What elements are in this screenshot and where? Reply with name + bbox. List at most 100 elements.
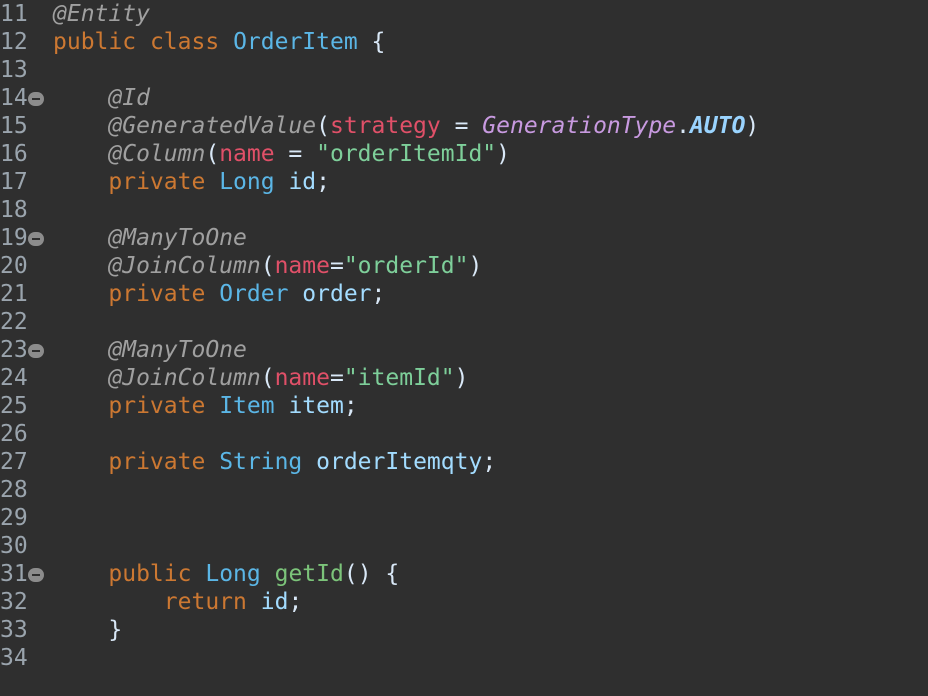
code-line[interactable]: 24 @JoinColumn(name="itemId") <box>0 364 928 392</box>
code-text: private String orderItemqty; <box>53 448 496 476</box>
code-line[interactable]: 23 @ManyToOne <box>0 336 928 364</box>
code-token: AUTO <box>690 113 746 139</box>
code-text: @ManyToOne <box>53 224 247 252</box>
code-line[interactable]: 25 private Item item; <box>0 392 928 420</box>
code-line[interactable]: 16 @Column(name = "orderItemId") <box>0 140 928 168</box>
code-token: { <box>357 29 386 55</box>
code-token: "itemId" <box>343 365 455 391</box>
code-token: @GeneratedValue <box>53 113 317 139</box>
code-line[interactable]: 12 public class OrderItem { <box>0 28 928 56</box>
code-text: @Id <box>53 84 150 112</box>
code-text: @GeneratedValue(strategy = GenerationTyp… <box>53 112 759 140</box>
code-line[interactable]: 19 @ManyToOne <box>0 224 928 252</box>
code-token: ( <box>205 141 220 167</box>
code-token: String <box>219 449 303 475</box>
code-token: @Entity <box>53 1 150 27</box>
code-token: return <box>53 589 247 615</box>
code-token: private <box>53 281 206 307</box>
code-token: ; <box>482 449 497 475</box>
code-token: . <box>676 113 691 139</box>
code-line[interactable]: 31 public Long getId() { <box>0 560 928 588</box>
code-token: OrderItem <box>233 29 358 55</box>
code-line[interactable]: 21 private Order order; <box>0 280 928 308</box>
line-number: 23 <box>0 337 28 363</box>
code-token: name <box>219 141 275 167</box>
line-number: 26 <box>0 421 28 447</box>
code-line[interactable]: 22 <box>0 308 928 336</box>
line-number: 29 <box>0 505 28 531</box>
code-line[interactable]: 20 @JoinColumn(name="orderId") <box>0 252 928 280</box>
code-line[interactable]: 27 private String orderItemqty; <box>0 448 928 476</box>
code-token: @ManyToOne <box>53 337 247 363</box>
code-token: public <box>53 561 192 587</box>
code-text: @JoinColumn(name="itemId") <box>53 364 468 392</box>
line-number: 32 <box>0 589 28 615</box>
code-line[interactable]: 28 <box>0 476 928 504</box>
line-number: 21 <box>0 281 28 307</box>
code-token: Order <box>219 281 289 307</box>
code-token: } <box>53 617 123 643</box>
line-number: 31 <box>0 561 28 587</box>
line-number: 14 <box>0 85 28 111</box>
code-token: @JoinColumn <box>53 365 261 391</box>
line-number: 20 <box>0 253 28 279</box>
line-number: 18 <box>0 197 28 223</box>
line-number: 19 <box>0 225 28 251</box>
code-line[interactable]: 13 <box>0 56 928 84</box>
code-line[interactable]: 14 @Id <box>0 84 928 112</box>
code-text: @ManyToOne <box>53 336 247 364</box>
code-token: ; <box>343 393 358 419</box>
code-text: return id; <box>53 588 303 616</box>
code-line[interactable]: 33 } <box>0 616 928 644</box>
code-line[interactable]: 11 @Entity <box>0 0 928 28</box>
code-token: ; <box>288 589 303 615</box>
code-text: public Long getId() { <box>53 560 399 588</box>
code-token: Long <box>219 169 275 195</box>
code-line[interactable]: 26 <box>0 420 928 448</box>
code-token: ; <box>371 281 386 307</box>
code-line[interactable]: 30 <box>0 532 928 560</box>
code-line[interactable]: 18 <box>0 196 928 224</box>
line-number: 16 <box>0 141 28 167</box>
code-token: ) <box>496 141 510 167</box>
code-text: @Entity <box>53 0 150 28</box>
code-token: name <box>274 253 330 279</box>
code-line[interactable]: 34 <box>0 644 928 672</box>
fold-collapse-icon[interactable] <box>28 232 44 246</box>
code-line[interactable]: 15 @GeneratedValue(strategy = Generation… <box>0 112 928 140</box>
code-token: GenerationType <box>482 113 677 139</box>
code-token: = <box>440 113 483 139</box>
code-token: = <box>274 141 317 167</box>
line-number: 34 <box>0 645 28 671</box>
line-number: 22 <box>0 309 28 335</box>
code-line[interactable]: 29 <box>0 504 928 532</box>
code-token: name <box>274 365 330 391</box>
code-line[interactable]: 17 private Long id; <box>0 168 928 196</box>
code-text: @Column(name = "orderItemId") <box>53 140 510 168</box>
code-token: ) <box>468 253 483 279</box>
code-text: private Item item; <box>53 392 358 420</box>
fold-collapse-icon[interactable] <box>28 92 44 106</box>
fold-collapse-icon[interactable] <box>28 344 44 358</box>
line-number: 12 <box>0 29 28 55</box>
code-token: order <box>302 281 372 307</box>
line-number: 30 <box>0 533 28 559</box>
code-token: "orderItemId" <box>316 141 497 167</box>
line-number: 27 <box>0 449 28 475</box>
code-editor[interactable]: 10import javax.persistence.11@Entity12pu… <box>0 0 928 696</box>
code-text: private Order order; <box>53 280 385 308</box>
line-number: 11 <box>0 1 28 27</box>
fold-collapse-icon[interactable] <box>28 568 44 582</box>
code-token: @JoinColumn <box>53 253 261 279</box>
code-line[interactable]: 32 return id; <box>0 588 928 616</box>
code-token: @Id <box>53 85 150 111</box>
code-token: ; <box>316 169 330 195</box>
